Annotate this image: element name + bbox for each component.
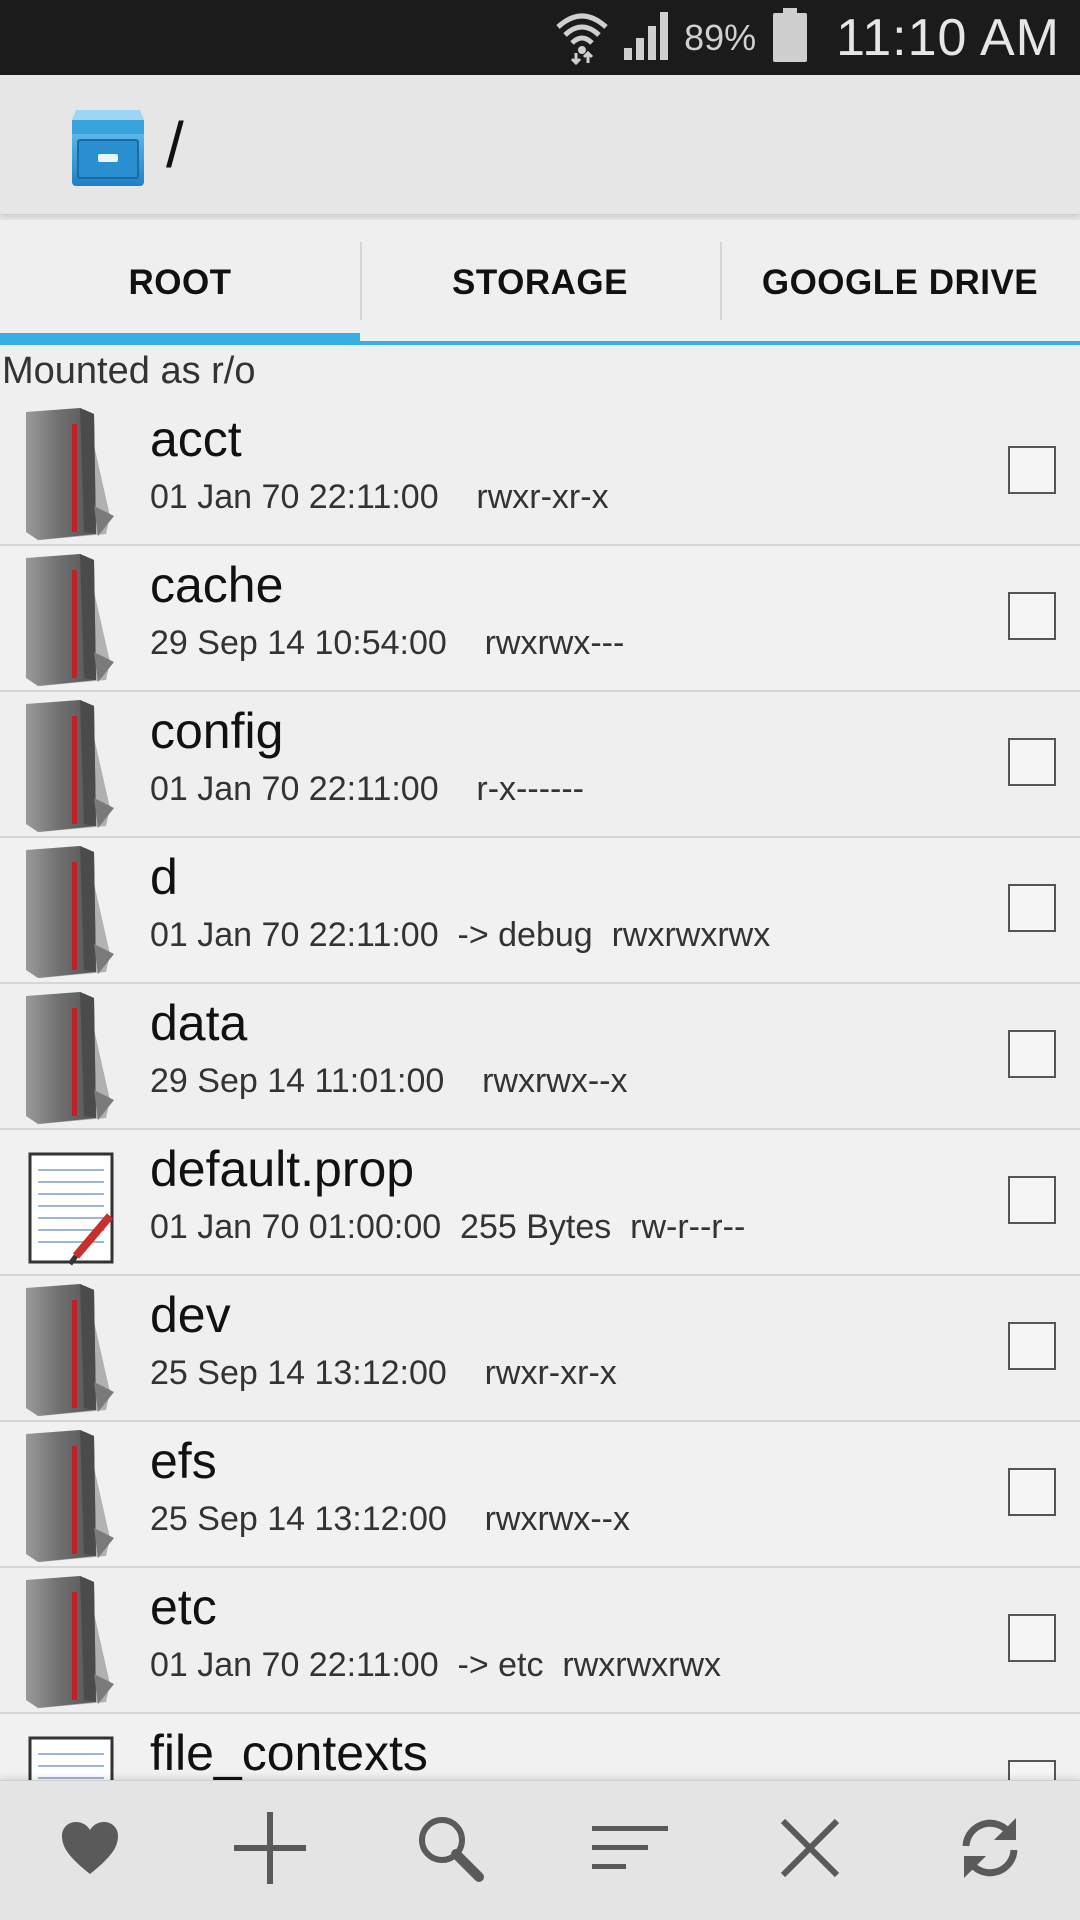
plus-icon bbox=[232, 1810, 308, 1891]
battery-icon bbox=[772, 7, 808, 68]
file-name: dev bbox=[150, 1287, 231, 1343]
refresh-button[interactable] bbox=[940, 1801, 1040, 1901]
select-checkbox[interactable] bbox=[1008, 1176, 1056, 1224]
folder-icon bbox=[24, 1282, 124, 1417]
file-row[interactable]: efs 25 Sep 14 13:12:00 rwxrwx--x bbox=[0, 1422, 1080, 1568]
mount-status-label: Mounted as r/o bbox=[2, 350, 256, 392]
tab-google-drive[interactable]: GOOGLE DRIVE bbox=[720, 220, 1080, 345]
select-checkbox[interactable] bbox=[1008, 592, 1056, 640]
search-icon bbox=[415, 1813, 485, 1888]
file-list: acct 01 Jan 70 22:11:00 rwxr-xr-x cache 29… bbox=[0, 400, 1080, 1780]
clock: 11:10 AM bbox=[836, 8, 1060, 67]
folder-icon bbox=[24, 1428, 124, 1563]
select-checkbox[interactable] bbox=[1008, 446, 1056, 494]
select-checkbox[interactable] bbox=[1008, 1322, 1056, 1370]
file-row[interactable]: data 29 Sep 14 11:01:00 rwxrwx--x bbox=[0, 984, 1080, 1130]
folder-icon bbox=[24, 990, 124, 1125]
file-name: data bbox=[150, 995, 248, 1051]
select-checkbox[interactable] bbox=[1008, 1468, 1056, 1516]
file-details: 01 Jan 70 22:11:00 r-x------ bbox=[150, 770, 584, 808]
heart-icon bbox=[60, 1820, 120, 1881]
file-row[interactable]: etc 01 Jan 70 22:11:00 -> etc rwxrwxrwx bbox=[0, 1568, 1080, 1714]
tab-bar: ROOT STORAGE GOOGLE DRIVE bbox=[0, 220, 1080, 345]
file-cabinet-icon[interactable] bbox=[68, 100, 148, 190]
sort-icon bbox=[590, 1820, 670, 1881]
tab-underline bbox=[360, 341, 720, 345]
file-name: d bbox=[150, 849, 178, 905]
file-details: 01 Jan 70 22:11:00 rwxr-xr-x bbox=[150, 478, 609, 516]
file-row[interactable]: dev 25 Sep 14 13:12:00 rwxr-xr-x bbox=[0, 1276, 1080, 1422]
file-name: file_contexts bbox=[150, 1725, 428, 1780]
file-row[interactable]: acct 01 Jan 70 22:11:00 rwxr-xr-x bbox=[0, 400, 1080, 546]
file-details: 25 Sep 14 13:12:00 rwxrwx--x bbox=[150, 1500, 631, 1538]
new-item-button[interactable] bbox=[220, 1801, 320, 1901]
search-button[interactable] bbox=[400, 1801, 500, 1901]
file-name: default.prop bbox=[150, 1141, 415, 1197]
file-details: 29 Sep 14 10:54:00 rwxrwx--- bbox=[150, 624, 625, 662]
current-path-title: / bbox=[166, 108, 184, 181]
file-name: config bbox=[150, 703, 284, 759]
select-checkbox[interactable] bbox=[1008, 884, 1056, 932]
text-file-icon bbox=[24, 1136, 124, 1271]
file-row[interactable]: cache 29 Sep 14 10:54:00 rwxrwx--- bbox=[0, 546, 1080, 692]
file-details: 01 Jan 70 22:11:00 -> etc rwxrwxrwx bbox=[150, 1646, 722, 1684]
tab-storage[interactable]: STORAGE bbox=[360, 220, 720, 345]
select-checkbox[interactable] bbox=[1008, 1760, 1056, 1780]
folder-icon bbox=[24, 1574, 124, 1709]
wifi-icon bbox=[552, 5, 612, 70]
folder-icon bbox=[24, 406, 124, 541]
folder-icon bbox=[24, 844, 124, 979]
tab-underline bbox=[720, 341, 1080, 345]
signal-icon bbox=[622, 8, 674, 67]
tab-label: GOOGLE DRIVE bbox=[761, 262, 1039, 302]
action-bar: / bbox=[0, 75, 1080, 215]
folder-icon bbox=[24, 552, 124, 687]
screen: 89% 11:10 AM / ROOT STORAGE GOOGLE DRIVE… bbox=[0, 0, 1080, 1920]
select-checkbox[interactable] bbox=[1008, 738, 1056, 786]
bottom-toolbar bbox=[0, 1780, 1080, 1920]
battery-percent: 89% bbox=[684, 16, 757, 58]
close-button[interactable] bbox=[760, 1801, 860, 1901]
file-details: 25 Sep 14 13:12:00 rwxr-xr-x bbox=[150, 1354, 617, 1392]
refresh-icon bbox=[954, 1812, 1026, 1889]
select-checkbox[interactable] bbox=[1008, 1614, 1056, 1662]
file-row[interactable]: default.prop 01 Jan 70 01:00:00 255 Bytes… bbox=[0, 1130, 1080, 1276]
file-details: 01 Jan 70 22:11:00 -> debug rwxrwxrwx bbox=[150, 916, 771, 954]
file-name: etc bbox=[150, 1579, 217, 1635]
folder-icon bbox=[24, 698, 124, 833]
tab-indicator bbox=[0, 333, 360, 345]
file-row[interactable]: file_contexts bbox=[0, 1714, 1080, 1780]
file-details: 01 Jan 70 01:00:00 255 Bytes rw-r--r-- bbox=[150, 1208, 746, 1246]
file-name: cache bbox=[150, 557, 284, 613]
file-details: 29 Sep 14 11:01:00 rwxrwx--x bbox=[150, 1062, 628, 1100]
text-file-icon bbox=[24, 1720, 124, 1780]
status-bar: 89% 11:10 AM bbox=[0, 0, 1080, 75]
file-row[interactable]: config 01 Jan 70 22:11:00 r-x------ bbox=[0, 692, 1080, 838]
tab-label: ROOT bbox=[128, 262, 232, 302]
sort-button[interactable] bbox=[580, 1801, 680, 1901]
select-checkbox[interactable] bbox=[1008, 1030, 1056, 1078]
file-name: efs bbox=[150, 1433, 217, 1489]
favorites-button[interactable] bbox=[40, 1801, 140, 1901]
tab-root[interactable]: ROOT bbox=[0, 220, 360, 345]
close-icon bbox=[779, 1817, 841, 1884]
file-name: acct bbox=[150, 411, 242, 467]
tab-label: STORAGE bbox=[452, 262, 628, 302]
file-row[interactable]: d 01 Jan 70 22:11:00 -> debug rwxrwxrwx bbox=[0, 838, 1080, 984]
